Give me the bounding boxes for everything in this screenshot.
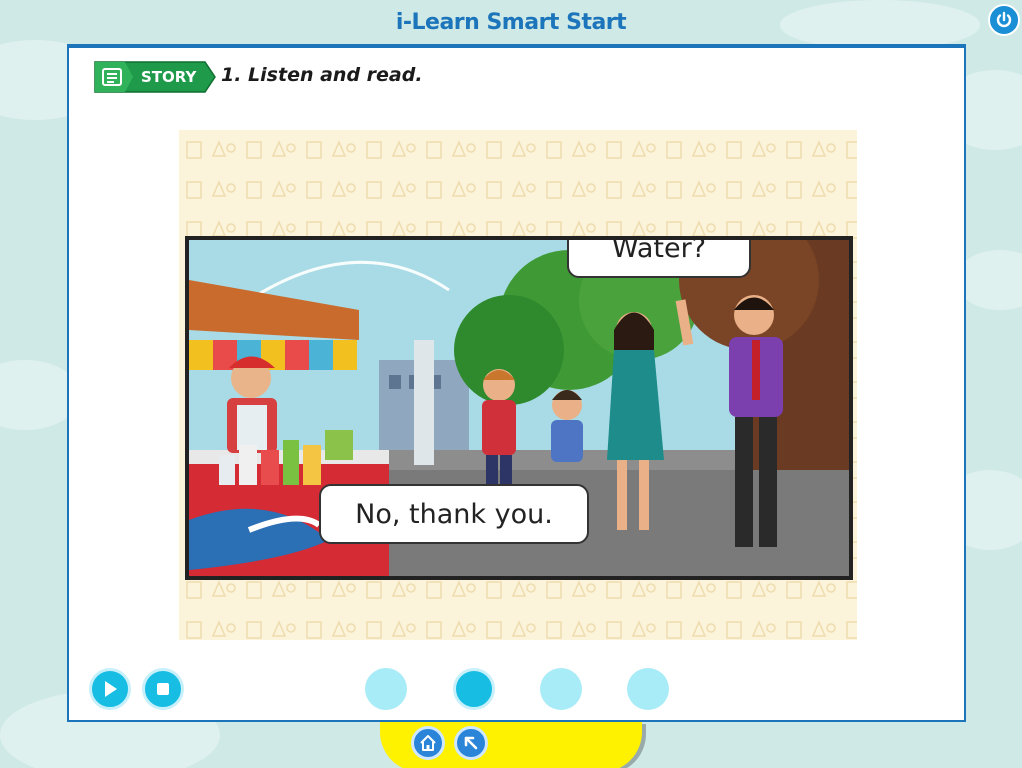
story-illustration: Water? No, thank you. bbox=[179, 130, 857, 640]
home-button[interactable] bbox=[411, 726, 445, 760]
power-icon bbox=[996, 11, 1012, 28]
bottom-nav-tray bbox=[380, 722, 642, 768]
instruction-text: 1. Listen and read. bbox=[221, 64, 423, 86]
power-button[interactable] bbox=[988, 4, 1020, 36]
app-title: i-Learn Smart Start bbox=[395, 10, 627, 35]
speech-bubble-no-thanks: No, thank you. bbox=[319, 484, 589, 544]
back-button[interactable] bbox=[454, 726, 488, 760]
speech-bubble-water-text: Water? bbox=[611, 236, 707, 264]
page-dot-4[interactable] bbox=[627, 668, 669, 710]
back-arrow-icon bbox=[464, 736, 478, 750]
speech-bubble-no-thanks-text: No, thank you. bbox=[355, 498, 553, 530]
page-dot-1[interactable] bbox=[365, 668, 407, 710]
play-icon bbox=[105, 681, 117, 697]
speech-bubble-water: Water? bbox=[567, 236, 751, 278]
story-badge-label: STORY bbox=[141, 68, 197, 86]
page-dot-2[interactable] bbox=[453, 668, 495, 710]
page-dot-3[interactable] bbox=[540, 668, 582, 710]
story-badge: STORY bbox=[93, 60, 217, 94]
lesson-panel: STORY 1. Listen and read. Water? No, tha… bbox=[67, 44, 966, 722]
story-scene: Water? No, thank you. bbox=[185, 236, 853, 580]
home-icon bbox=[420, 735, 436, 751]
play-button[interactable] bbox=[89, 668, 131, 710]
stop-icon bbox=[157, 683, 169, 695]
stop-button[interactable] bbox=[142, 668, 184, 710]
